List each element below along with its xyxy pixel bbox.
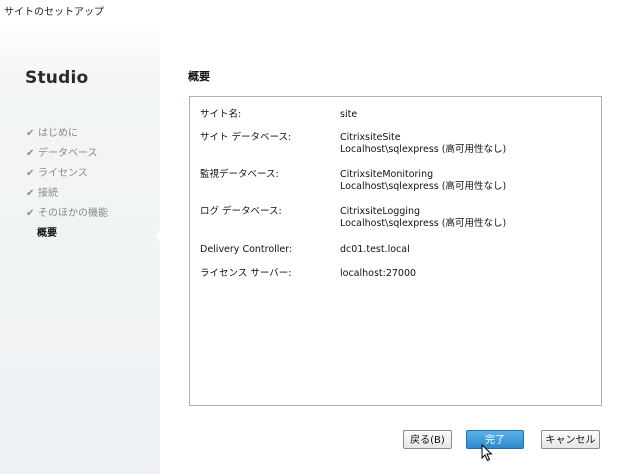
check-icon: ✔: [26, 208, 35, 219]
check-icon: ✔: [26, 188, 35, 199]
summary-label: 監視データベース:: [200, 169, 279, 180]
wizard-steps: ✔ はじめに ✔ データベース ✔ ライセンス ✔ 接続 ✔ そのほかの機能 概…: [26, 127, 108, 247]
app-name: Studio: [25, 68, 89, 88]
summary-box: サイト名: site サイト データベース: CitrixsiteSite Lo…: [189, 96, 602, 406]
mouse-pointer-icon: [481, 444, 493, 462]
step-label: そのほかの機能: [38, 208, 108, 219]
summary-label: Delivery Controller:: [200, 244, 293, 255]
summary-value: dc01.test.local: [340, 244, 410, 256]
step-intro: ✔ はじめに: [26, 127, 108, 147]
summary-value: CitrixsiteLogging Localhost\sqlexpress (…: [340, 206, 506, 230]
summary-value: localhost:27000: [340, 268, 416, 280]
summary-value-line: site: [340, 109, 358, 120]
check-icon: ✔: [26, 128, 35, 139]
check-icon: ✔: [26, 168, 35, 179]
summary-value: CitrixsiteSite Localhost\sqlexpress (高可用…: [340, 132, 506, 156]
step-label: はじめに: [38, 128, 78, 139]
summary-value-line: localhost:27000: [340, 268, 417, 279]
step-label: 接続: [38, 188, 58, 199]
window-titlebar: サイトのセットアップ: [0, 0, 619, 20]
step-additional-features: ✔ そのほかの機能: [26, 207, 108, 227]
step-label: データベース: [38, 148, 98, 159]
step-label: 概要: [37, 228, 57, 239]
summary-value: CitrixsiteMonitoring Localhost\sqlexpres…: [340, 169, 506, 193]
main-panel: 概要 サイト名: site サイト データベース: CitrixsiteSite…: [160, 20, 619, 474]
summary-value-line: dc01.test.local: [340, 244, 410, 255]
step-summary: 概要: [26, 227, 108, 247]
summary-label: サイト名:: [200, 109, 242, 120]
summary-value-line: CitrixsiteLogging: [340, 206, 421, 217]
check-icon: ✔: [26, 148, 35, 159]
summary-value: site: [340, 109, 357, 121]
cancel-button[interactable]: キャンセル: [541, 430, 600, 449]
window-title: サイトのセットアップ: [4, 7, 104, 18]
summary-value-line: CitrixsiteMonitoring: [340, 169, 434, 180]
summary-label: ライセンス サーバー:: [200, 268, 292, 279]
back-button[interactable]: 戻る(B): [403, 430, 452, 449]
summary-label: サイト データベース:: [200, 132, 292, 143]
summary-value-line: CitrixsiteSite: [340, 132, 401, 143]
summary-value-line: Localhost\sqlexpress (高可用性なし): [340, 218, 507, 229]
step-database: ✔ データベース: [26, 147, 108, 167]
summary-value-line: Localhost\sqlexpress (高可用性なし): [340, 144, 507, 155]
summary-value-line: Localhost\sqlexpress (高可用性なし): [340, 181, 507, 192]
step-label: ライセンス: [38, 168, 88, 179]
step-licensing: ✔ ライセンス: [26, 167, 108, 187]
wizard-sidebar: Studio ✔ はじめに ✔ データベース ✔ ライセンス ✔ 接続 ✔ その…: [0, 20, 166, 474]
page-title: 概要: [188, 70, 210, 83]
finish-button[interactable]: 完了: [466, 430, 524, 449]
step-connection: ✔ 接続: [26, 187, 108, 207]
summary-label: ログ データベース:: [200, 206, 282, 217]
